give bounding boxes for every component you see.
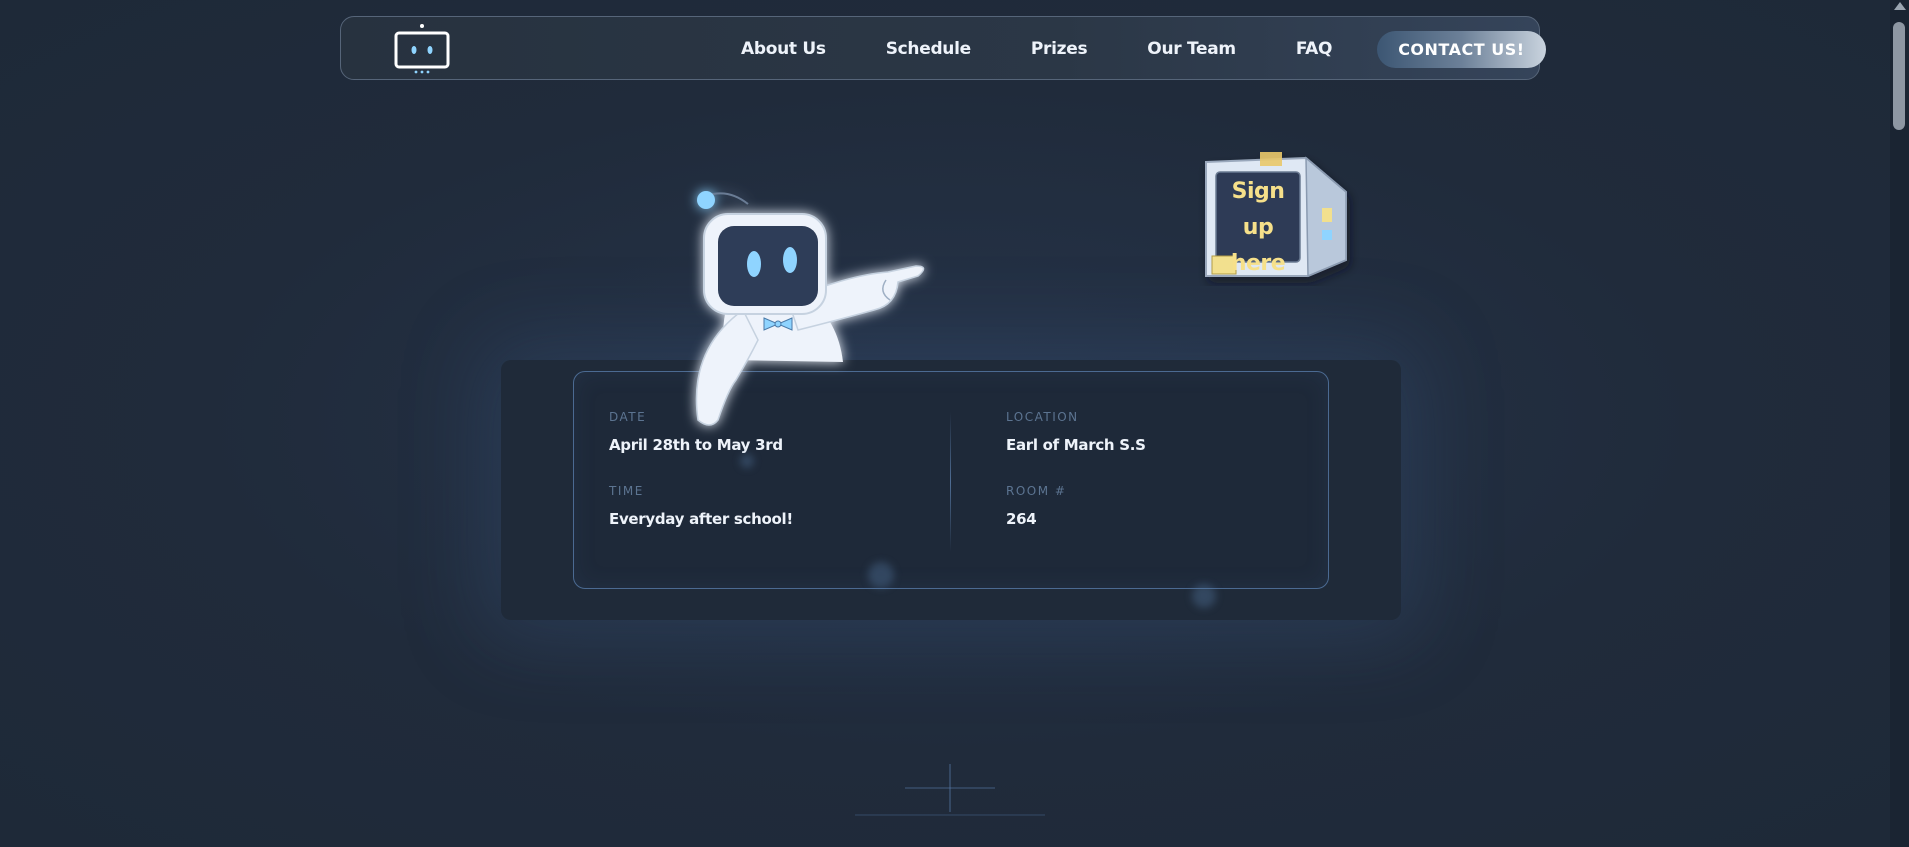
time-field: TIME Everyday after school! — [609, 484, 793, 528]
nav-link-about-us[interactable]: About Us — [741, 39, 826, 59]
location-value: Earl of March S.S — [1006, 436, 1146, 454]
nav-link-prizes[interactable]: Prizes — [1031, 39, 1088, 59]
nav-link-our-team[interactable]: Our Team — [1147, 39, 1236, 59]
scroll-up-arrow-icon[interactable] — [1894, 2, 1906, 10]
signup-text-line2: here — [1230, 251, 1286, 276]
glow-dot — [1192, 584, 1216, 608]
top-navbar: About Us Schedule Prizes Our Team FAQ CO… — [340, 16, 1546, 80]
robot-mascot-illustration — [648, 180, 948, 440]
card-divider — [950, 412, 951, 552]
page: About Us Schedule Prizes Our Team FAQ CO… — [0, 0, 1909, 847]
nav-link-schedule[interactable]: Schedule — [886, 39, 971, 59]
scroll-thumb[interactable] — [1893, 22, 1905, 130]
time-value: Everyday after school! — [609, 510, 793, 528]
location-label: LOCATION — [1006, 410, 1079, 424]
robot-logo-icon[interactable] — [391, 21, 451, 77]
glow-dot — [868, 562, 894, 588]
signup-text-line1: Sign up — [1231, 179, 1285, 240]
room-label: ROOM # — [1006, 484, 1067, 498]
location-field: LOCATION Earl of March S.S — [1006, 410, 1146, 454]
room-value: 264 — [1006, 510, 1037, 528]
contact-us-button[interactable]: CONTACT US! — [1377, 30, 1546, 68]
sign-up-monitor-button[interactable]: Sign up here — [1198, 152, 1360, 286]
room-field: ROOM # 264 — [1006, 484, 1066, 528]
nav-link-faq[interactable]: FAQ — [1296, 39, 1333, 59]
page-scrollbar[interactable] — [1890, 0, 1909, 847]
time-label: TIME — [609, 484, 644, 498]
crosshair-decoration-icon — [850, 760, 1050, 820]
glow-dot — [740, 454, 754, 468]
nav-links: About Us Schedule Prizes Our Team FAQ CO… — [741, 17, 1546, 81]
